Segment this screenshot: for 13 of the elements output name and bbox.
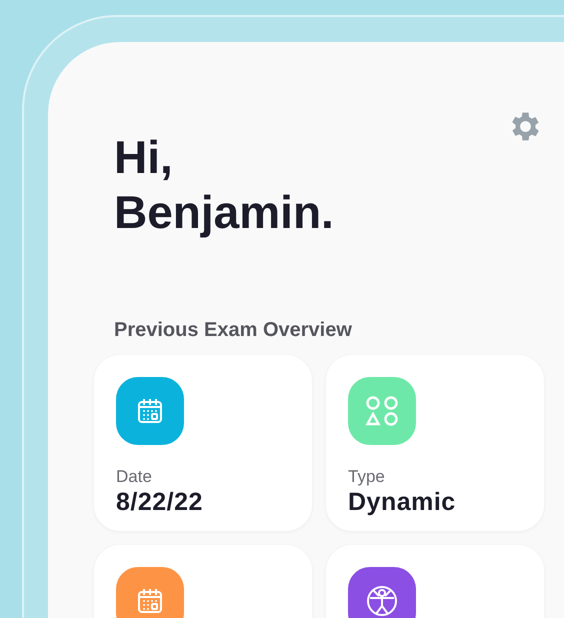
exam-card[interactable]: Type Dynamic — [326, 355, 544, 531]
exam-card[interactable]: Date 8/22/22 — [94, 355, 312, 531]
card-value: 8/22/22 — [116, 487, 203, 517]
shapes-icon — [365, 395, 399, 427]
figure-in-circle-icon — [365, 584, 399, 618]
greeting-text: Benjamin. — [114, 185, 334, 240]
card-label: Type — [348, 467, 385, 487]
greeting-text: Hi, — [114, 130, 173, 185]
card-label: Date — [116, 467, 152, 487]
section-title: Previous Exam Overview — [114, 318, 352, 342]
calendar-icon — [135, 396, 165, 426]
card-value: Dynamic — [348, 487, 456, 517]
calendar-icon — [135, 586, 165, 616]
